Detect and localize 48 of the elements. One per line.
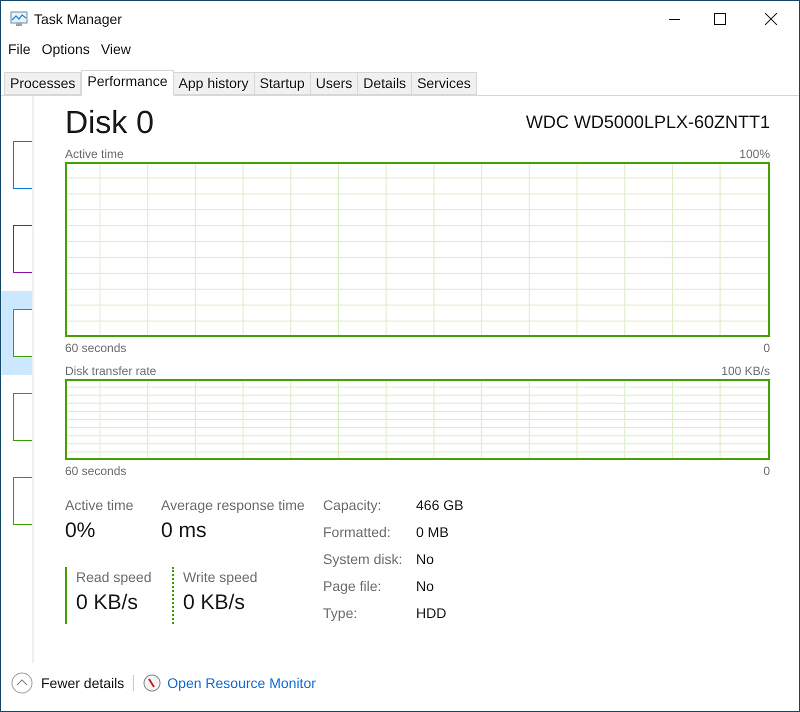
gauge-icon (143, 674, 162, 692)
tab[interactable]: Startup (254, 72, 311, 95)
graph-max-label: 100 KB/s (721, 363, 770, 379)
property-label: Formatted: (323, 523, 392, 542)
menu-item[interactable]: Options (38, 38, 94, 60)
fewer-details-button[interactable]: Fewer details (11, 672, 124, 694)
stat-label: Average response time (161, 496, 306, 515)
stat-label: Write speed (183, 568, 258, 587)
menu-item[interactable]: View (96, 38, 135, 60)
tab[interactable]: App history (174, 72, 255, 95)
stat-label: Active time (65, 496, 134, 515)
close-icon (765, 13, 777, 25)
stat-value: 0 ms (161, 518, 208, 544)
stat-value: 0 KB/s (183, 590, 246, 616)
property-value: HDD (416, 604, 448, 623)
graph-min-label: 0 (763, 463, 770, 479)
sidebar-item[interactable] (1, 291, 32, 375)
property-label: System disk: (323, 550, 404, 569)
tab[interactable]: Performance (81, 70, 174, 96)
window-title: Task Manager (34, 10, 122, 29)
time-span-label: 60 seconds (65, 463, 126, 479)
graph-label: Disk transfer rate (65, 363, 156, 379)
time-span-label: 60 seconds (65, 340, 126, 356)
tab[interactable]: Services (412, 72, 477, 95)
stat-value: 0% (65, 518, 96, 544)
tab[interactable]: Details (358, 72, 412, 95)
property-label: Type: (323, 604, 358, 623)
maximize-icon (714, 13, 726, 25)
stat-value: 0 KB/s (76, 590, 139, 616)
disk-model: WDC WD5000LPLX-60ZNTT1 (526, 111, 770, 134)
minimize-icon (668, 18, 680, 20)
graph-max-label: 100% (739, 146, 770, 162)
app-icon (10, 11, 28, 27)
graph-label: Active time (65, 146, 124, 162)
chevron-up-icon (11, 672, 33, 694)
tab[interactable]: Users (310, 72, 358, 95)
property-label: Capacity: (323, 496, 382, 515)
property-value: 466 GB (416, 496, 464, 515)
stat-label: Read speed (76, 568, 153, 587)
resource-monitor-link[interactable]: Open Resource Monitor (167, 672, 316, 694)
disk-title: Disk 0 (65, 104, 154, 140)
property-label: Page file: (323, 577, 382, 596)
property-value: No (416, 550, 435, 569)
property-value: No (416, 577, 435, 596)
menu-item[interactable]: File (4, 38, 35, 60)
tab[interactable]: Processes (4, 72, 82, 95)
property-value: 0 MB (416, 523, 450, 542)
graph-min-label: 0 (763, 340, 770, 356)
